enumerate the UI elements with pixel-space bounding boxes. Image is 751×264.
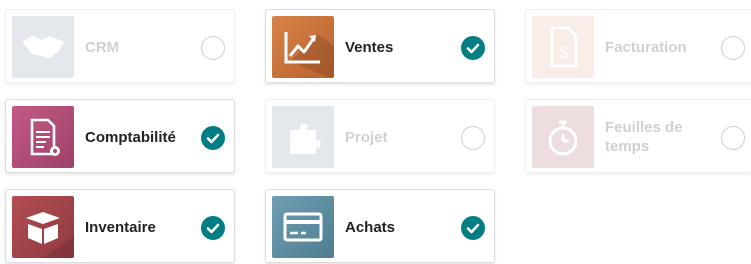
puzzle-icon bbox=[290, 123, 321, 154]
unchecked-circle-icon[interactable] bbox=[201, 36, 225, 60]
app-card-crm[interactable]: CRM bbox=[5, 9, 235, 83]
inventaire-tile bbox=[12, 196, 74, 258]
app-name: Achats bbox=[345, 218, 396, 236]
handshake-icon bbox=[22, 36, 64, 58]
ventes-tile bbox=[272, 16, 334, 78]
app-card-comptabilite[interactable]: Comptabilité bbox=[5, 99, 235, 173]
credit-card-icon bbox=[283, 212, 323, 242]
app-card-achats[interactable]: Achats bbox=[265, 189, 495, 263]
line-chart-icon bbox=[284, 32, 334, 78]
comptabilite-tile bbox=[12, 106, 74, 168]
app-card-ventes[interactable]: Ventes bbox=[265, 9, 495, 83]
app-name: Feuilles de temps bbox=[605, 119, 683, 155]
document-gear-icon bbox=[30, 118, 60, 156]
box-icon bbox=[26, 212, 74, 258]
invoice-dollar-icon: $ bbox=[550, 26, 578, 68]
crm-tile bbox=[12, 16, 74, 78]
svg-text:$: $ bbox=[560, 45, 569, 62]
app-name: Ventes bbox=[345, 38, 394, 56]
check-circle-icon[interactable] bbox=[461, 36, 485, 60]
unchecked-circle-icon[interactable] bbox=[721, 36, 745, 60]
app-name: Inventaire bbox=[85, 218, 156, 236]
app-card-feuilles-de-temps[interactable]: Feuilles de temps bbox=[525, 99, 751, 173]
unchecked-circle-icon[interactable] bbox=[461, 126, 485, 150]
check-circle-icon[interactable] bbox=[201, 126, 225, 150]
achats-tile bbox=[272, 196, 334, 258]
app-name: Facturation bbox=[605, 38, 687, 56]
app-card-inventaire[interactable]: Inventaire bbox=[5, 189, 235, 263]
app-name: CRM bbox=[85, 38, 120, 56]
app-name: Projet bbox=[345, 128, 388, 146]
app-name: Comptabilité bbox=[85, 128, 176, 146]
facturation-tile: $ bbox=[532, 16, 594, 78]
unchecked-circle-icon[interactable] bbox=[721, 126, 745, 150]
check-circle-icon[interactable] bbox=[461, 216, 485, 240]
projet-tile bbox=[272, 106, 334, 168]
app-card-projet[interactable]: Projet bbox=[265, 99, 495, 173]
feuilles-de-temps-tile bbox=[532, 106, 594, 168]
app-card-facturation[interactable]: $ Facturation bbox=[525, 9, 751, 83]
stopwatch-icon bbox=[548, 120, 578, 156]
check-circle-icon[interactable] bbox=[201, 216, 225, 240]
